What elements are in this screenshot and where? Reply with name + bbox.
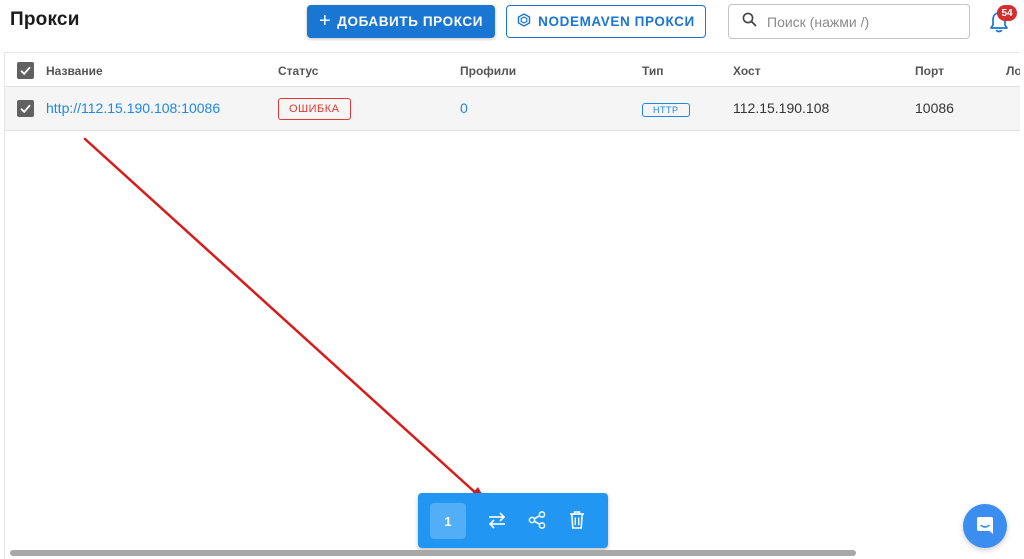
- nodemaven-button-label: NODEMAVEN ПРОКСИ: [538, 14, 695, 29]
- host-cell: 112.15.190.108: [733, 100, 830, 116]
- column-header-status[interactable]: Статус: [278, 64, 318, 78]
- plus-icon: +: [318, 9, 332, 32]
- search-input[interactable]: [767, 13, 957, 30]
- search-icon: [742, 12, 757, 32]
- horizontal-scrollbar[interactable]: [10, 550, 856, 556]
- share-icon[interactable]: [526, 509, 548, 531]
- column-header-type[interactable]: Тип: [642, 64, 664, 78]
- port-cell: 10086: [915, 100, 954, 116]
- column-header-port[interactable]: Порт: [915, 64, 944, 78]
- column-header-host[interactable]: Хост: [733, 64, 761, 78]
- status-badge: ОШИБКА: [278, 98, 351, 120]
- page-title: Прокси: [10, 9, 80, 30]
- chat-icon[interactable]: [963, 504, 1007, 548]
- proxy-table: Название Статус Профили Тип Хост Порт Ло…: [4, 52, 1020, 559]
- page-header: Прокси + ДОБАВИТЬ ПРОКСИ NODEMAVEN ПРОКС…: [0, 0, 1024, 44]
- selected-count: 1: [430, 503, 466, 539]
- table-header: Название Статус Профили Тип Хост Порт Ло: [5, 53, 1020, 87]
- column-header-name[interactable]: Название: [46, 64, 103, 78]
- notifications-badge: 54: [997, 5, 1017, 21]
- search-box[interactable]: [728, 4, 970, 39]
- nodemaven-proxy-button[interactable]: NODEMAVEN ПРОКСИ: [506, 5, 706, 38]
- swap-arrows-icon[interactable]: [486, 509, 508, 531]
- bulk-actions-toolbar: 1: [418, 493, 608, 548]
- type-badge: HTTP: [642, 103, 690, 117]
- checkbox-checked-icon: [20, 66, 31, 76]
- row-checkbox[interactable]: [17, 100, 34, 117]
- checkbox-checked-icon: [20, 104, 31, 114]
- add-proxy-button[interactable]: + ДОБАВИТЬ ПРОКСИ: [307, 5, 495, 38]
- add-proxy-button-label: ДОБАВИТЬ ПРОКСИ: [337, 14, 484, 29]
- select-all-checkbox[interactable]: [17, 62, 34, 79]
- column-header-partial[interactable]: Ло: [1006, 64, 1020, 78]
- table-row[interactable]: http://112.15.190.108:10086 ОШИБКА 0 HTT…: [5, 87, 1020, 131]
- column-header-profiles[interactable]: Профили: [460, 64, 516, 78]
- profiles-count-link[interactable]: 0: [460, 100, 468, 116]
- proxy-name-link[interactable]: http://112.15.190.108:10086: [46, 100, 220, 116]
- trash-icon[interactable]: [566, 509, 588, 531]
- nodemaven-logo-icon: [517, 13, 531, 30]
